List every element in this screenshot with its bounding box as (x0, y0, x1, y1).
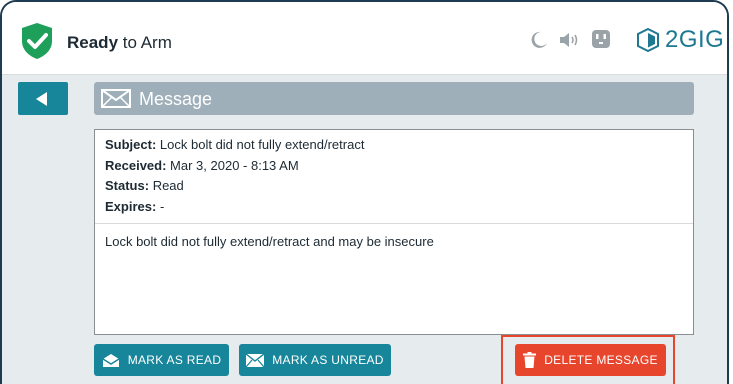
envelope-icon (246, 353, 265, 367)
message-body: Lock bolt did not fully extend/retract a… (105, 234, 434, 249)
subject-line: Subject: Lock bolt did not fully extend/… (105, 135, 683, 156)
received-value: Mar 3, 2020 - 8:13 AM (170, 157, 299, 173)
mark-as-read-label: MARK AS READ (127, 353, 222, 367)
message-meta: Subject: Lock bolt did not fully extend/… (95, 130, 693, 217)
2gig-logo-icon (637, 27, 659, 53)
subject-label: Subject: (105, 137, 157, 152)
arrow-left-icon (36, 92, 47, 106)
brand-logo: 2GIG (635, 24, 724, 56)
shield-check-icon (22, 23, 52, 59)
status-line: Status: Read (105, 176, 683, 197)
speaker-icon[interactable] (559, 32, 581, 48)
panel-frame: Ready to Arm 2GIG Message Subject: Lock … (0, 0, 729, 384)
envelope-open-icon (102, 353, 120, 367)
mark-as-unread-label: MARK AS UNREAD (272, 353, 384, 367)
expires-value: - (159, 198, 165, 214)
mark-as-read-button[interactable]: MARK AS READ (94, 344, 229, 376)
expires-label: Expires: (105, 198, 157, 214)
status-label: Status: (105, 178, 150, 193)
expires-line: Expires: - (105, 197, 683, 218)
arm-status-bold: Ready (67, 33, 119, 52)
message-header: Message (94, 82, 694, 115)
subject-value: Lock bolt did not fully extend/retract (159, 137, 365, 152)
status-value: Read (152, 178, 184, 193)
delete-highlight-box (501, 335, 675, 384)
moon-icon[interactable] (530, 31, 548, 49)
message-details: Subject: Lock bolt did not fully extend/… (94, 129, 694, 335)
mark-as-unread-button[interactable]: MARK AS UNREAD (239, 344, 391, 376)
header-bar: Ready to Arm 2GIG (2, 2, 727, 75)
arm-status: Ready to Arm (67, 33, 172, 53)
outlet-icon[interactable] (592, 30, 610, 48)
envelope-icon (101, 89, 131, 108)
brand-name: 2GIG (665, 26, 725, 53)
message-title: Message (139, 89, 213, 109)
received-label: Received: (105, 157, 167, 173)
arm-status-rest: to Arm (118, 33, 172, 52)
back-button[interactable] (18, 82, 68, 115)
received-line: Received: Mar 3, 2020 - 8:13 AM (105, 156, 683, 177)
